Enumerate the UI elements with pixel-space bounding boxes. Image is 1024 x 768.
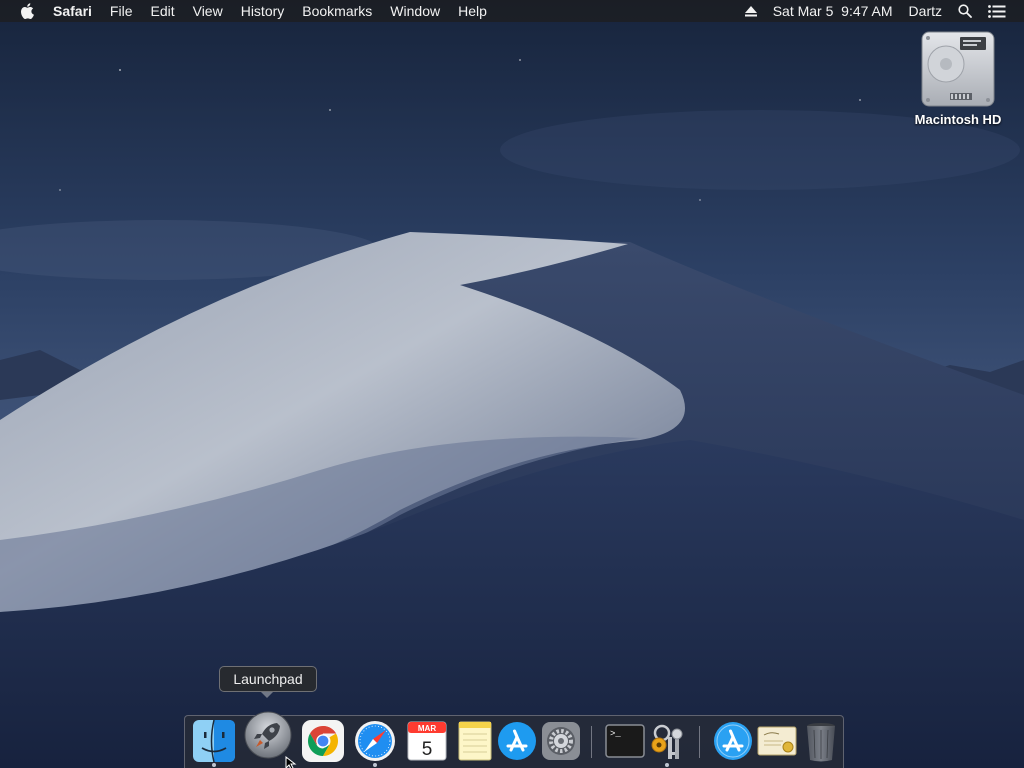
finder-icon[interactable] [192,719,236,763]
menu-app-name[interactable]: Safari [44,0,101,22]
menu-view[interactable]: View [184,0,232,22]
desktop-wallpaper [0,0,1024,768]
keychain-running-indicator [665,763,669,767]
calendar-icon[interactable]: MAR 5 [405,719,449,763]
system-preferences-gear-icon[interactable] [539,719,583,763]
notification-center-icon[interactable] [980,0,1014,22]
menu-edit[interactable]: Edit [141,0,183,22]
terminal-prompt: >_ [610,729,621,739]
safari-running-indicator [373,763,377,767]
eject-icon[interactable] [737,0,765,22]
macintosh-hd-desktop-item[interactable]: Macintosh HD [906,30,1010,127]
dock-separator [699,726,700,758]
hard-drive-icon[interactable] [920,30,996,108]
chrome-icon[interactable] [301,719,345,763]
trash-icon[interactable] [799,719,843,763]
user-menu[interactable]: Dartz [901,0,950,22]
calendar-day: 5 [422,739,433,760]
menu-window[interactable]: Window [381,0,449,22]
dock-tooltip: Launchpad [219,666,317,692]
notes-icon[interactable] [453,719,497,763]
desktop: Safari File Edit View History Bookmarks … [0,0,1024,768]
certificate-icon[interactable] [755,719,799,763]
menu-bookmarks[interactable]: Bookmarks [293,0,381,22]
menu-bar: Safari File Edit View History Bookmarks … [0,0,1024,22]
dock-separator [591,726,592,758]
app-store-icon[interactable] [495,719,539,763]
keychain-access-icon[interactable] [645,719,689,763]
drive-label[interactable]: Macintosh HD [915,112,1002,127]
tooltip-arrow [261,692,273,698]
menu-file[interactable]: File [101,0,142,22]
safari-compass-icon[interactable] [353,719,397,763]
dock: MAR 5 >_ [184,711,844,768]
status-area: Sat Mar 5 9:47 AM Dartz [737,0,1014,22]
terminal-icon[interactable]: >_ [603,719,647,763]
launchpad-rocket-icon[interactable] [243,710,293,760]
apple-icon[interactable] [10,0,44,22]
finder-running-indicator [212,763,216,767]
mouse-cursor-icon [285,756,297,768]
app-store-icon[interactable] [711,719,755,763]
menu-help[interactable]: Help [449,0,496,22]
clock[interactable]: Sat Mar 5 9:47 AM [765,0,901,22]
calendar-month: MAR [418,724,436,733]
spotlight-search-icon[interactable] [950,0,980,22]
menu-history[interactable]: History [232,0,294,22]
